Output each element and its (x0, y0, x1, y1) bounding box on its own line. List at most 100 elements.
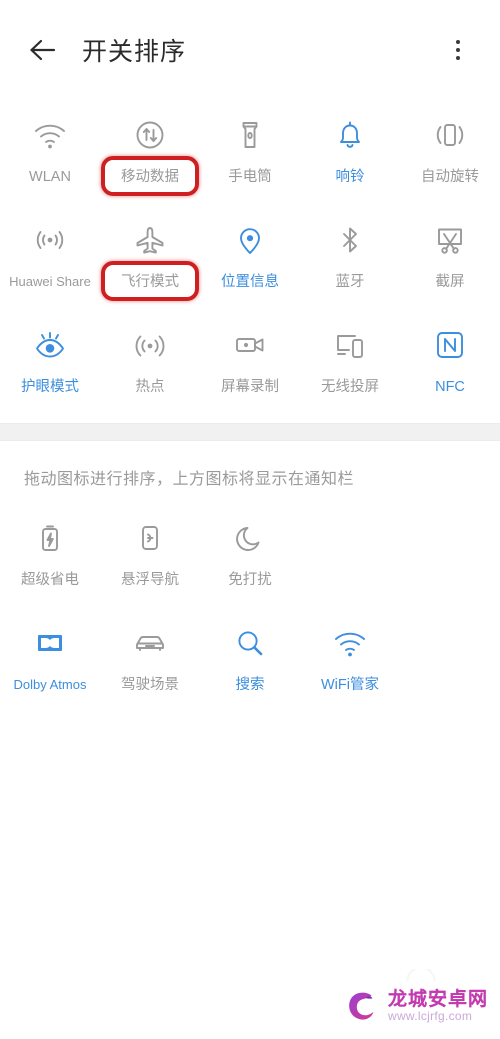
watermark-title: 龙城安卓网 (387, 988, 488, 1010)
page-title: 开关排序 (82, 38, 187, 66)
available-switches-grid: 超级省电 悬浮导航 免打扰 Dolby Atmos 驾驶场景 搜索 WiFi管家 (0, 503, 500, 713)
bluetooth-icon-wrap (327, 217, 373, 263)
site-watermark: 龙城安卓网 www.lcjrfg.com (343, 987, 488, 1025)
switch-tile-label: 移动数据 (121, 169, 179, 185)
nfc-icon-wrap (427, 322, 473, 368)
switch-tile-label: WiFi管家 (321, 677, 379, 693)
faint-mark-icon (406, 969, 436, 982)
car-icon (136, 636, 164, 651)
switch-tile-label: 位置信息 (221, 274, 279, 290)
floating-nav-icon-wrap (127, 515, 173, 561)
floating-nav-icon (142, 526, 158, 550)
switch-tile-auto-rotate[interactable]: 自动旋转 (400, 100, 500, 205)
mobile-data-icon (136, 121, 164, 149)
bluetooth-icon (343, 227, 357, 253)
switch-tile-label: 截屏 (435, 274, 465, 290)
switch-tile-wifi[interactable]: WLAN (0, 100, 100, 205)
auto-rotate-icon-wrap (427, 112, 473, 158)
switch-tile-label: 免打扰 (228, 572, 272, 588)
wifi-icon (35, 124, 65, 149)
dragon-logo-icon (349, 992, 374, 1020)
switch-tile-flashlight[interactable]: 手电筒 (200, 100, 300, 205)
auto-rotate-icon (436, 124, 464, 146)
switch-tile-airplane[interactable]: 飞行模式 (100, 205, 200, 310)
huawei-share-icon (36, 231, 64, 249)
empty-slot (400, 608, 500, 713)
switch-tile-location-pin[interactable]: 位置信息 (200, 205, 300, 310)
kebab-dot (456, 48, 460, 52)
location-pin-icon-wrap (227, 217, 273, 263)
switch-tile-label: 超级省电 (21, 572, 79, 588)
overflow-menu-button[interactable] (438, 30, 478, 70)
watermark-url: www.lcjrfg.com (387, 1008, 473, 1023)
switch-tile-search[interactable]: 搜索 (200, 608, 300, 713)
screen-record-icon (236, 338, 264, 352)
wireless-cast-icon (337, 335, 363, 358)
switch-tile-moon[interactable]: 免打扰 (200, 503, 300, 608)
wifi-icon-wrap (27, 112, 73, 158)
switch-tile-hotspot[interactable]: 热点 (100, 310, 200, 415)
search-icon-wrap (227, 620, 273, 666)
watermark-text: 龙城安卓网 www.lcjrfg.com (387, 988, 488, 1023)
switch-tile-screen-record[interactable]: 屏幕录制 (200, 310, 300, 415)
switch-tile-nfc[interactable]: NFC (400, 310, 500, 415)
moon-icon-wrap (227, 515, 273, 561)
bell-icon-wrap (327, 112, 373, 158)
screenshot-icon-wrap (427, 217, 473, 263)
switch-tile-label: 无线投屏 (321, 379, 379, 395)
flashlight-icon (242, 122, 258, 148)
switch-tile-wifi-manager[interactable]: WiFi管家 (300, 608, 400, 713)
switch-tile-dolby-atmos[interactable]: Dolby Atmos (0, 608, 100, 713)
switch-tile-label: 驾驶场景 (121, 677, 179, 693)
kebab-dot (456, 56, 460, 60)
battery-saver-icon (42, 525, 58, 551)
flashlight-icon-wrap (227, 112, 273, 158)
location-pin-icon (240, 228, 260, 254)
switch-tile-wireless-cast[interactable]: 无线投屏 (300, 310, 400, 415)
wifi-manager-icon-wrap (327, 620, 373, 666)
switch-tile-label: 飞行模式 (121, 274, 179, 290)
switch-tile-label: 护眼模式 (21, 379, 79, 395)
switch-tile-mobile-data[interactable]: 移动数据 (100, 100, 200, 205)
switch-tile-floating-nav[interactable]: 悬浮导航 (100, 503, 200, 608)
switch-tile-label: 屏幕录制 (221, 379, 279, 395)
eye-comfort-icon-wrap (27, 322, 73, 368)
arrow-left-icon (30, 39, 56, 61)
switch-tile-battery-saver[interactable]: 超级省电 (0, 503, 100, 608)
switch-tile-huawei-share[interactable]: Huawei Share (0, 205, 100, 310)
search-icon (238, 631, 263, 656)
empty-slot (300, 503, 400, 608)
dolby-atmos-icon-wrap (27, 620, 73, 666)
switch-tile-bell[interactable]: 响铃 (300, 100, 400, 205)
battery-saver-icon-wrap (27, 515, 73, 561)
airplane-icon-wrap (127, 217, 173, 263)
moon-icon (236, 527, 260, 551)
switch-tile-screenshot[interactable]: 截屏 (400, 205, 500, 310)
switch-tile-bluetooth[interactable]: 蓝牙 (300, 205, 400, 310)
hint-text: 拖动图标进行排序，上方图标将显示在通知栏 (24, 471, 355, 488)
hotspot-icon-wrap (127, 322, 173, 368)
screenshot-icon (438, 228, 462, 254)
switch-tile-label: WLAN (29, 169, 71, 185)
wifi-manager-icon (335, 632, 365, 657)
switch-tile-eye-comfort[interactable]: 护眼模式 (0, 310, 100, 415)
kebab-dot (456, 40, 460, 44)
switch-tile-label: 热点 (135, 379, 165, 395)
back-button[interactable] (22, 29, 64, 71)
switch-sorting-screen: 开关排序 WLAN 移动数据 手电筒 响铃 自动旋转 Huawei Share 飞行模式 位置… (0, 0, 500, 1039)
airplane-icon (136, 227, 164, 254)
screen-record-icon-wrap (227, 322, 273, 368)
section-divider (0, 423, 500, 441)
switch-tile-label: 响铃 (335, 169, 365, 185)
switch-tile-car[interactable]: 驾驶场景 (100, 608, 200, 713)
app-header: 开关排序 (0, 0, 500, 100)
switch-tile-label: 自动旋转 (421, 169, 479, 185)
wireless-cast-icon-wrap (327, 322, 373, 368)
notification-switches-grid: WLAN 移动数据 手电筒 响铃 自动旋转 Huawei Share 飞行模式 位置信息 蓝牙 截… (0, 100, 500, 415)
switch-tile-label: NFC (435, 379, 465, 395)
nfc-icon (437, 332, 463, 358)
switch-tile-label: 蓝牙 (335, 274, 365, 290)
switch-tile-label: 手电筒 (228, 169, 272, 185)
dolby-atmos-icon (38, 635, 62, 651)
hotspot-icon (135, 335, 165, 357)
